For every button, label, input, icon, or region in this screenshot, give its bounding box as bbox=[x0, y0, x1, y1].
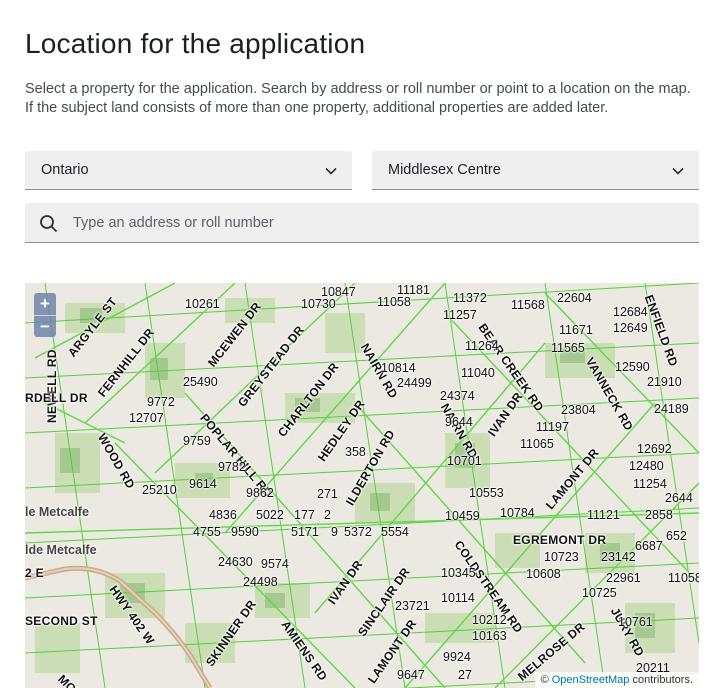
road-label: RDELL DR bbox=[25, 391, 88, 405]
property-map[interactable]: + − ARGYLE ST FERNHILL DR MCEWEN DR GREYSTE… bbox=[25, 283, 699, 688]
address-number-label: 11372 bbox=[453, 291, 487, 305]
address-number-label: 10163 bbox=[472, 629, 507, 643]
address-number-label: 177 bbox=[294, 508, 315, 522]
address-number-label: 652 bbox=[666, 529, 687, 543]
address-number-label: 22961 bbox=[606, 571, 641, 585]
road-label: EGREMONT DR bbox=[513, 533, 607, 547]
address-number-label: 11565 bbox=[551, 341, 585, 355]
address-number-label: 10261 bbox=[185, 297, 220, 311]
address-number-label: 21910 bbox=[647, 375, 682, 389]
address-number-label: 23721 bbox=[395, 599, 430, 613]
address-number-label: 11058 bbox=[668, 571, 699, 585]
openstreetmap-link[interactable]: OpenStreetMap bbox=[552, 674, 630, 686]
address-number-label: 27 bbox=[458, 668, 472, 682]
address-number-label: 12707 bbox=[129, 411, 164, 425]
address-number-label: 10212 bbox=[472, 613, 507, 627]
address-number-label: 11254 bbox=[633, 477, 667, 491]
address-number-label: 9574 bbox=[261, 557, 289, 571]
address-number-label: 11257 bbox=[443, 308, 477, 322]
address-number-label: 9647 bbox=[397, 668, 425, 682]
place-label: le Metcalfe bbox=[25, 505, 89, 519]
address-number-label: 10114 bbox=[441, 591, 475, 605]
address-number-label: 10608 bbox=[526, 567, 561, 581]
address-number-label: 24630 bbox=[218, 555, 253, 569]
address-number-label: 5554 bbox=[381, 525, 409, 539]
address-number-label: 2858 bbox=[645, 508, 673, 522]
attribution-prefix: © bbox=[540, 674, 549, 686]
address-number-label: 25210 bbox=[142, 483, 177, 497]
province-select-value: Ontario bbox=[41, 162, 89, 178]
address-number-label: 10730 bbox=[301, 297, 336, 311]
address-number-label: 12480 bbox=[629, 459, 664, 473]
province-select[interactable]: Ontario bbox=[25, 151, 352, 190]
address-number-label: 12684 bbox=[613, 305, 648, 319]
address-number-label: 22604 bbox=[557, 291, 592, 305]
address-number-label: 10459 bbox=[445, 509, 480, 523]
page-description: Select a property for the application. S… bbox=[25, 81, 691, 116]
address-number-label: 9924 bbox=[443, 650, 471, 664]
address-number-label: 11264 bbox=[465, 339, 499, 353]
road-label: NEWELL RD bbox=[45, 349, 59, 423]
map-attribution: © OpenStreetMap contributors. bbox=[534, 672, 699, 688]
address-number-label: 10345 bbox=[441, 566, 476, 580]
address-number-label: 12649 bbox=[613, 321, 648, 335]
address-number-label: 9644 bbox=[445, 415, 473, 429]
address-number-label: 11197 bbox=[536, 420, 569, 434]
address-number-label: 24189 bbox=[654, 402, 689, 416]
search-input[interactable] bbox=[73, 203, 683, 242]
address-number-label: 9772 bbox=[147, 395, 175, 409]
address-number-label: 4755 bbox=[193, 525, 221, 539]
chevron-down-icon bbox=[672, 167, 684, 175]
address-number-label: 23804 bbox=[561, 403, 596, 417]
address-number-label: 9862 bbox=[246, 486, 274, 500]
address-search-field[interactable] bbox=[25, 203, 699, 243]
chevron-down-icon bbox=[325, 167, 337, 175]
address-number-label: 11568 bbox=[511, 298, 545, 312]
address-number-label: 6687 bbox=[635, 539, 663, 553]
address-number-label: 271 bbox=[317, 487, 338, 501]
address-number-label: 12590 bbox=[615, 360, 650, 374]
zoom-in-button[interactable]: + bbox=[34, 293, 56, 315]
page-title: Location for the application bbox=[25, 28, 366, 59]
address-number-label: 10553 bbox=[469, 486, 504, 500]
address-number-label: 10814 bbox=[381, 361, 416, 375]
address-number-label: 10701 bbox=[447, 454, 482, 468]
address-number-label: 358 bbox=[345, 445, 366, 459]
address-number-label: 24498 bbox=[243, 575, 278, 589]
municipality-select[interactable]: Middlesex Centre bbox=[372, 151, 699, 190]
attribution-suffix: contributors. bbox=[632, 674, 693, 686]
address-number-label: 10723 bbox=[544, 550, 579, 564]
address-number-label: 9759 bbox=[183, 434, 211, 448]
address-number-label: 25490 bbox=[183, 375, 218, 389]
road-label: SECOND ST bbox=[25, 614, 98, 628]
address-number-label: 24374 bbox=[440, 389, 475, 403]
search-icon bbox=[40, 215, 58, 233]
address-number-label: 11058 bbox=[377, 295, 411, 309]
address-number-label: 9782 bbox=[218, 460, 246, 474]
address-number-label: 23142 bbox=[601, 550, 636, 564]
address-number-label: 2644 bbox=[665, 491, 693, 505]
address-number-label: 10761 bbox=[618, 615, 653, 629]
address-number-label: 9590 bbox=[231, 525, 259, 539]
place-label: lde Metcalfe bbox=[25, 543, 97, 557]
address-number-label: 2 bbox=[324, 508, 331, 522]
address-number-label: 12692 bbox=[637, 442, 672, 456]
address-number-label: 10725 bbox=[582, 586, 617, 600]
zoom-out-button[interactable]: − bbox=[34, 315, 56, 337]
address-number-label: 11040 bbox=[461, 366, 495, 380]
road-label: 2 E bbox=[25, 566, 44, 580]
address-number-label: 11671 bbox=[559, 323, 593, 337]
address-number-label: 11065 bbox=[520, 437, 554, 451]
municipality-select-value: Middlesex Centre bbox=[388, 162, 501, 178]
address-number-label: 24499 bbox=[397, 376, 432, 390]
address-number-label: 9614 bbox=[189, 477, 217, 491]
address-number-label: 11121 bbox=[587, 508, 620, 522]
address-number-label: 5022 bbox=[256, 508, 284, 522]
zoom-control: + − bbox=[34, 293, 56, 337]
address-number-label: 9 bbox=[331, 525, 338, 539]
address-number-label: 4836 bbox=[209, 508, 237, 522]
address-number-label: 10784 bbox=[500, 506, 535, 520]
address-number-label: 5372 bbox=[344, 525, 372, 539]
address-number-label: 5171 bbox=[291, 525, 319, 539]
